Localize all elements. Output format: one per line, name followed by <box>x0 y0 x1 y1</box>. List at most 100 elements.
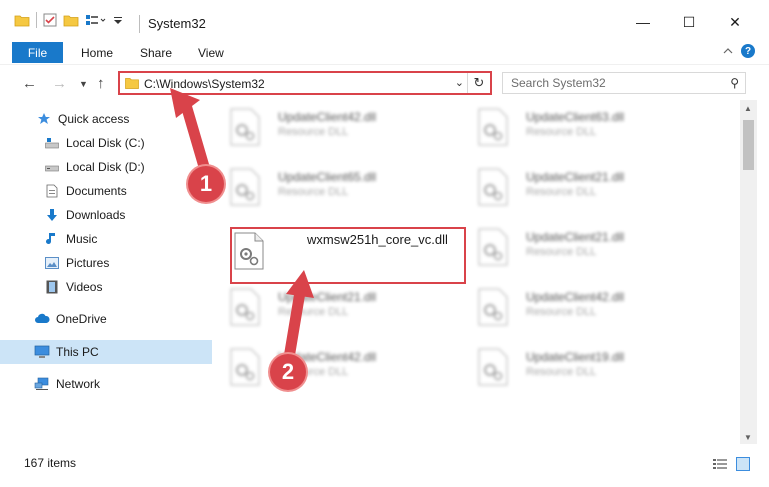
file-name: UpdateClient63.dll <box>526 110 625 124</box>
status-bar: 167 items <box>0 444 769 487</box>
video-icon <box>44 280 60 294</box>
expand-ribbon-icon[interactable] <box>723 46 733 56</box>
tab-home[interactable]: Home <box>81 46 113 60</box>
navigation-bar: ← → ▼ ↑ C:\Windows\System32 ⌄ ↻ ⚲ <box>0 64 769 101</box>
file-item[interactable]: UpdateClient42.dll Resource DLL <box>460 280 690 336</box>
search-input[interactable] <box>511 75 711 91</box>
sidebar-item-network[interactable]: Network <box>0 372 238 396</box>
sidebar-item-label: Music <box>66 232 98 246</box>
file-highlight-box <box>230 227 466 284</box>
sidebar-item-downloads[interactable]: Downloads 📌 <box>0 203 248 227</box>
file-item[interactable]: UpdateClient42.dll Resource DLL <box>212 100 442 156</box>
step-1-badge: 1 <box>188 166 224 202</box>
dll-file-icon <box>230 348 260 386</box>
sidebar-item-local-disk-c[interactable]: Local Disk (C:) <box>0 131 248 155</box>
music-icon <box>44 232 60 246</box>
file-item[interactable]: UpdateClient63.dll Resource DLL <box>460 100 690 156</box>
file-type: Resource DLL <box>278 306 349 318</box>
sidebar-item-music[interactable]: Music 📌 <box>0 227 248 251</box>
file-type: Resource DLL <box>526 246 597 258</box>
tab-view[interactable]: View <box>198 46 224 60</box>
maximize-button[interactable]: ☐ <box>674 10 704 34</box>
star-icon <box>36 112 52 126</box>
minimize-button[interactable]: — <box>628 10 658 34</box>
address-path: C:\Windows\System32 <box>144 77 265 91</box>
ribbon-controls: ? <box>723 44 755 58</box>
cloud-icon <box>34 312 50 326</box>
file-name: UpdateClient42.dll <box>278 110 377 124</box>
dll-file-icon <box>478 288 508 326</box>
folder-icon[interactable] <box>14 13 30 27</box>
vertical-scrollbar[interactable]: ▲ ▼ <box>740 100 757 444</box>
refresh-icon[interactable]: ↻ <box>467 73 490 93</box>
pictures-icon <box>44 256 60 270</box>
file-name: UpdateClient21.dll <box>526 230 625 244</box>
dll-file-icon <box>478 348 508 386</box>
recent-locations-icon[interactable]: ▼ <box>79 79 88 89</box>
quick-access-toolbar <box>14 12 123 28</box>
file-type: Resource DLL <box>526 366 597 378</box>
dll-file-icon <box>230 288 260 326</box>
forward-arrow-icon[interactable]: → <box>52 75 67 92</box>
documents-icon <box>44 184 60 198</box>
sidebar-item-label: Local Disk (D:) <box>66 160 145 174</box>
file-type: Resource DLL <box>278 126 349 138</box>
file-item[interactable]: UpdateClient19.dll Resource DLL <box>460 340 690 396</box>
download-icon <box>44 208 60 222</box>
dll-file-icon <box>230 108 260 146</box>
file-name: UpdateClient65.dll <box>278 170 377 184</box>
step-2-badge: 2 <box>270 354 306 390</box>
tab-share[interactable]: Share <box>140 46 172 60</box>
scroll-down-icon[interactable]: ▼ <box>744 433 752 442</box>
file-type: Resource DLL <box>526 186 597 198</box>
file-item[interactable]: UpdateClient42.dll Resource DLL <box>212 340 442 396</box>
dll-file-icon <box>478 108 508 146</box>
new-folder-icon[interactable] <box>63 13 79 27</box>
scroll-up-icon[interactable]: ▲ <box>744 104 752 113</box>
large-icons-view-icon[interactable] <box>736 457 750 471</box>
details-view-icon[interactable] <box>713 458 727 470</box>
title-bar: System32 — ☐ ✕ <box>0 0 769 40</box>
folder-icon <box>125 78 139 89</box>
sidebar-item-label: Pictures <box>66 256 110 270</box>
item-count: 167 items <box>24 456 77 470</box>
sidebar-item-label: OneDrive <box>56 312 107 326</box>
file-name: UpdateClient42.dll <box>526 290 625 304</box>
sidebar-item-label: Network <box>56 377 101 391</box>
sidebar-item-onedrive[interactable]: OneDrive <box>0 307 238 331</box>
title-separator <box>139 15 140 33</box>
file-explorer-window: System32 — ☐ ✕ File Home Share View ? ← … <box>0 0 769 487</box>
sidebar-item-videos[interactable]: Videos 📌 <box>0 275 248 299</box>
file-item[interactable]: UpdateClient65.dll Resource DLL <box>212 160 442 216</box>
file-item[interactable]: UpdateClient21.dll Resource DLL <box>460 160 690 216</box>
sidebar-item-label: Quick access <box>58 112 130 126</box>
file-type: Resource DLL <box>526 126 597 138</box>
file-name: UpdateClient21.dll <box>278 290 377 304</box>
sidebar-item-label: Local Disk (C:) <box>66 136 145 150</box>
drive-icon <box>44 160 60 174</box>
help-icon[interactable]: ? <box>741 44 755 58</box>
up-arrow-icon[interactable]: ↑ <box>97 75 105 92</box>
file-item[interactable]: UpdateClient21.dll Resource DLL <box>460 220 690 276</box>
file-type: Resource DLL <box>278 186 349 198</box>
customize-toolbar-icon[interactable] <box>85 13 107 27</box>
file-type: Resource DLL <box>526 306 597 318</box>
tab-file[interactable]: File <box>12 42 63 63</box>
sidebar-item-label: Videos <box>66 280 103 294</box>
toolbar-separator <box>36 12 37 28</box>
properties-icon[interactable] <box>43 13 57 27</box>
dropdown-arrow-icon[interactable] <box>113 13 123 27</box>
back-arrow-icon[interactable]: ← <box>22 75 37 92</box>
sidebar-item-pictures[interactable]: Pictures 📌 <box>0 251 248 275</box>
sidebar-item-label: Documents <box>66 184 127 198</box>
address-bar[interactable]: C:\Windows\System32 ⌄ ↻ <box>118 71 492 95</box>
ribbon-tabs: File Home Share View ? <box>0 40 769 64</box>
search-icon[interactable]: ⚲ <box>730 76 739 90</box>
close-button[interactable]: ✕ <box>720 10 750 34</box>
sidebar-item-this-pc[interactable]: This PC <box>0 340 238 364</box>
file-item[interactable]: UpdateClient21.dll Resource DLL <box>212 280 442 336</box>
sidebar-item-quick-access[interactable]: Quick access <box>0 107 240 131</box>
window-title: System32 <box>148 16 206 31</box>
chevron-down-icon[interactable]: ⌄ <box>455 76 464 89</box>
scrollbar-thumb[interactable] <box>743 120 754 170</box>
